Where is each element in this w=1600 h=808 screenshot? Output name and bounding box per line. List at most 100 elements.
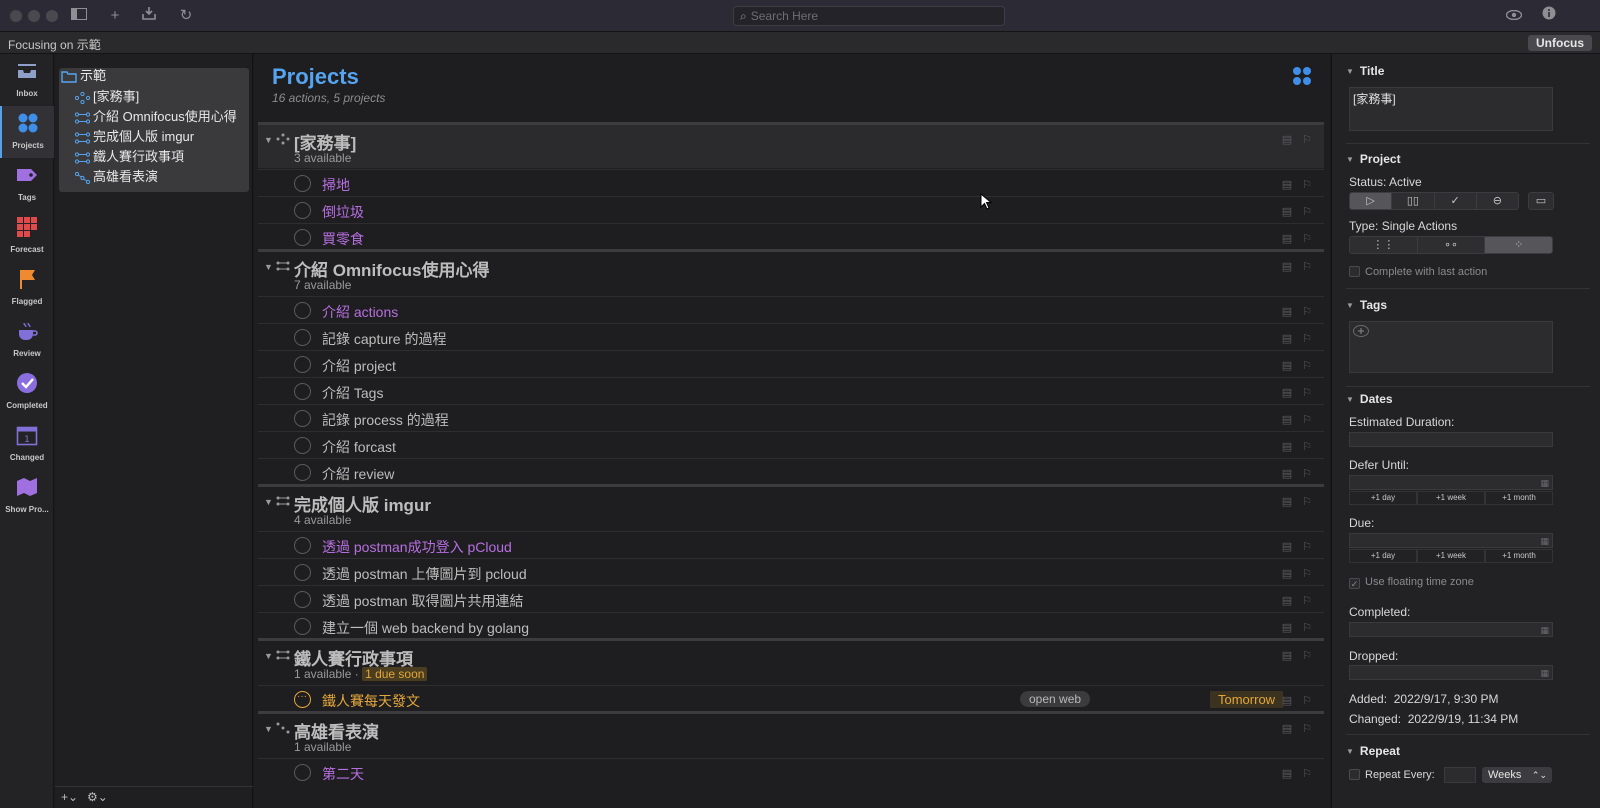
due-plus-week-button[interactable]: +1 week <box>1417 549 1485 563</box>
project-row[interactable]: ▼ 鐵人賽行政事項 1 available · 1 due soon ▤ ⚐ <box>258 638 1324 684</box>
floating-time-zone-checkbox[interactable]: ✓ Use floating time zone <box>1349 576 1474 589</box>
dropped-field[interactable]: ▦ <box>1349 665 1553 680</box>
flag-icon[interactable]: ⚐ <box>1302 694 1312 707</box>
note-icon[interactable]: ▤ <box>1282 495 1292 508</box>
title-field[interactable]: [家務事] <box>1349 87 1553 131</box>
sidebar-toggle-icon[interactable] <box>68 6 90 26</box>
note-icon[interactable]: ▤ <box>1282 540 1292 553</box>
project-row[interactable]: ▼ 高雄看表演 1 available ▤ ⚐ <box>258 711 1324 757</box>
task-checkbox[interactable] <box>294 691 311 708</box>
due-plus-month-button[interactable]: +1 month <box>1485 549 1553 563</box>
task-row[interactable]: 記錄 process 的過程 ▤ ⚐ <box>258 404 1324 431</box>
task-row[interactable]: 透過 postman成功登入 pCloud ▤ ⚐ <box>258 531 1324 558</box>
unfocus-button[interactable]: Unfocus <box>1528 35 1592 51</box>
note-icon[interactable]: ▤ <box>1282 305 1292 318</box>
type-segmented-control[interactable]: ⋮⋮ ∘∘ ⁘ <box>1349 236 1553 254</box>
project-row[interactable]: ▼ 完成個人版 imgur 4 available ▤ ⚐ <box>258 484 1324 530</box>
disclosure-triangle-icon[interactable]: ▼ <box>264 724 273 734</box>
single-actions-type-icon[interactable]: ⁘ <box>1485 237 1552 253</box>
note-icon[interactable]: ▤ <box>1282 178 1292 191</box>
task-checkbox[interactable] <box>294 464 311 481</box>
flag-icon[interactable]: ⚐ <box>1302 178 1312 191</box>
task-row[interactable]: 鐵人賽每天發文 open web Tomorrow ▤⚐ <box>258 685 1324 712</box>
new-action-icon[interactable]: + <box>104 6 126 26</box>
task-checkbox[interactable] <box>294 383 311 400</box>
note-icon[interactable]: ▤ <box>1282 594 1292 607</box>
perspective-inbox[interactable]: Inbox <box>0 54 54 106</box>
tags-field[interactable] <box>1349 321 1553 373</box>
flag-icon[interactable]: ⚐ <box>1302 594 1312 607</box>
move-to-folder-button[interactable]: ▭ <box>1528 192 1554 210</box>
flag-icon[interactable]: ⚐ <box>1302 133 1312 146</box>
flag-icon[interactable]: ⚐ <box>1302 495 1312 508</box>
note-icon[interactable]: ▤ <box>1282 332 1292 345</box>
perspective-review[interactable]: Review <box>0 314 54 366</box>
disclosure-triangle-icon[interactable]: ▼ <box>264 135 273 145</box>
flag-icon[interactable]: ⚐ <box>1302 305 1312 318</box>
status-on-hold-icon[interactable]: ▯▯ <box>1392 193 1435 209</box>
note-icon[interactable]: ▤ <box>1282 413 1292 426</box>
task-checkbox[interactable] <box>294 329 311 346</box>
note-icon[interactable]: ▤ <box>1282 621 1292 634</box>
task-row[interactable]: 記錄 capture 的過程 ▤ ⚐ <box>258 323 1324 350</box>
repeat-section-header[interactable]: Repeat <box>1346 744 1400 758</box>
note-icon[interactable]: ▤ <box>1282 694 1292 707</box>
defer-plus-day-button[interactable]: +1 day <box>1349 491 1417 505</box>
gear-icon[interactable]: ⚙⌄ <box>87 787 108 807</box>
task-row[interactable]: 掃地 ▤ ⚐ <box>258 169 1324 196</box>
task-checkbox[interactable] <box>294 564 311 581</box>
perspective-forecast[interactable]: Forecast <box>0 210 54 262</box>
task-checkbox[interactable] <box>294 229 311 246</box>
complete-with-last-checkbox[interactable]: Complete with last action <box>1349 266 1487 278</box>
note-icon[interactable]: ▤ <box>1282 649 1292 662</box>
note-icon[interactable]: ▤ <box>1282 767 1292 780</box>
disclosure-triangle-icon[interactable]: ▼ <box>264 497 273 507</box>
note-icon[interactable]: ▤ <box>1282 359 1292 372</box>
task-checkbox[interactable] <box>294 591 311 608</box>
task-checkbox[interactable] <box>294 537 311 554</box>
perspective-completed[interactable]: Completed <box>0 366 54 418</box>
zoom-window-button[interactable] <box>46 10 58 22</box>
note-icon[interactable]: ▤ <box>1282 205 1292 218</box>
task-checkbox[interactable] <box>294 356 311 373</box>
tags-section-header[interactable]: Tags <box>1346 298 1387 312</box>
due-field[interactable]: ▦ <box>1349 533 1553 548</box>
calendar-icon[interactable]: ▦ <box>1540 536 1549 547</box>
flag-icon[interactable]: ⚐ <box>1302 567 1312 580</box>
clean-up-icon[interactable] <box>138 6 160 26</box>
status-completed-icon[interactable]: ✓ <box>1434 193 1477 209</box>
sidebar-item-ironman[interactable]: 鐵人賽行政事項 <box>74 147 184 167</box>
task-row[interactable]: 第二天 ▤ ⚐ <box>258 758 1324 785</box>
project-row[interactable]: ▼ 介紹 Omnifocus使用心得 7 available ▤ ⚐ <box>258 249 1324 295</box>
repeat-unit-select[interactable]: Weeks ⌃⌄ <box>1482 767 1552 783</box>
project-row[interactable]: ▼ [家務事] 3 available ▤ ⚐ <box>258 122 1324 168</box>
inspector-info-icon[interactable] <box>1538 6 1560 26</box>
flag-icon[interactable]: ⚐ <box>1302 205 1312 218</box>
flag-icon[interactable]: ⚐ <box>1302 540 1312 553</box>
task-row[interactable]: 介紹 project ▤ ⚐ <box>258 350 1324 377</box>
task-checkbox[interactable] <box>294 437 311 454</box>
flag-icon[interactable]: ⚐ <box>1302 232 1312 245</box>
close-window-button[interactable] <box>10 10 22 22</box>
repeat-interval-field[interactable] <box>1444 767 1476 783</box>
task-row[interactable]: 透過 postman 取得圖片共用連結 ▤ ⚐ <box>258 585 1324 612</box>
defer-plus-week-button[interactable]: +1 week <box>1417 491 1485 505</box>
note-icon[interactable]: ▤ <box>1282 440 1292 453</box>
flag-icon[interactable]: ⚐ <box>1302 440 1312 453</box>
calendar-icon[interactable]: ▦ <box>1540 668 1549 679</box>
task-row[interactable]: 介紹 Tags ▤ ⚐ <box>258 377 1324 404</box>
sidebar-item-household[interactable]: [家務事] <box>74 87 139 107</box>
status-active-icon[interactable]: ▷ <box>1350 193 1393 209</box>
task-row[interactable]: 買零食 ▤ ⚐ <box>258 223 1324 250</box>
search-field[interactable]: ⌕ Search Here <box>733 6 1005 26</box>
sync-icon[interactable]: ↻ <box>175 6 197 26</box>
sidebar-item-kaohsiung[interactable]: 高雄看表演 <box>74 167 158 187</box>
task-checkbox[interactable] <box>294 202 311 219</box>
note-icon[interactable]: ▤ <box>1282 722 1292 735</box>
flag-icon[interactable]: ⚐ <box>1302 332 1312 345</box>
flag-icon[interactable]: ⚐ <box>1302 413 1312 426</box>
task-checkbox[interactable] <box>294 302 311 319</box>
parallel-type-icon[interactable]: ⋮⋮ <box>1350 237 1418 253</box>
defer-until-field[interactable]: ▦ <box>1349 475 1553 490</box>
flag-icon[interactable]: ⚐ <box>1302 767 1312 780</box>
